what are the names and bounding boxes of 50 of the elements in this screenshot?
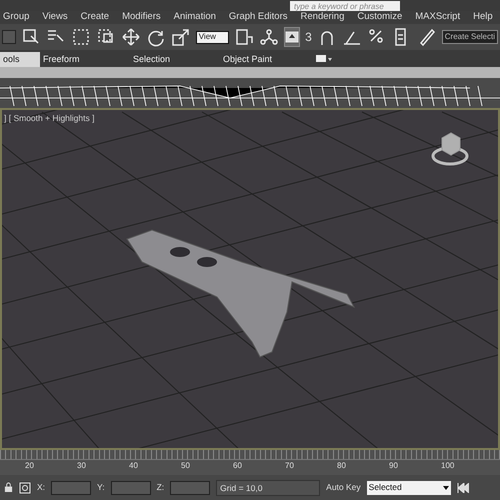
menu-item[interactable]: Rendering [300,10,344,25]
viewport-label[interactable]: ] [ Smooth + Highlights ] [4,112,94,125]
menu-item[interactable]: Help [473,10,493,25]
ribbon-tab[interactable]: Object Paint [220,52,310,67]
ribbon-tab[interactable]: Freeform [40,52,130,67]
search-field[interactable]: type a keyword or phrase [290,1,400,11]
menu-item[interactable]: Graph Editors [228,10,288,25]
caret-icon [442,486,449,490]
frame-number: 100 [441,460,456,472]
ribbon-tab[interactable]: ools [0,52,40,67]
frame-number: 40 [129,460,139,472]
scale-icon[interactable] [170,27,191,47]
z-label: Z: [156,481,164,494]
x-coordinate-field[interactable] [51,480,92,494]
menu-item[interactable]: Modifiers [122,10,161,25]
frame-number: 50 [181,460,191,472]
y-coordinate-field[interactable] [110,480,151,494]
frame-number: 30 [77,460,87,472]
dropdown-icon[interactable] [316,55,332,63]
auto-key-button[interactable]: Auto Key [326,481,361,494]
link-icon[interactable] [259,27,280,47]
arrow-up-icon [285,31,300,43]
menu-item[interactable]: Create [80,10,110,25]
lock-icon[interactable] [4,482,13,493]
menu-item[interactable]: Group [3,10,30,25]
named-selection-field[interactable]: Create Selecti [442,30,498,44]
menu-item[interactable]: Views [42,10,68,25]
frame-number: 90 [389,460,399,472]
frame-number: 80 [337,460,347,472]
reference-coordinate-dropdown[interactable]: View [196,30,230,44]
frame-number: 70 [285,460,295,472]
menu-item[interactable]: Animation [174,10,216,25]
mirror-button[interactable] [284,27,300,47]
target-icon[interactable] [19,482,31,494]
y-label: Y: [97,481,105,494]
key-filter-dropdown[interactable]: Selected [366,480,451,494]
menu-item[interactable]: MAXScript [415,10,460,25]
frame-number: 20 [25,460,35,472]
pivot-icon[interactable] [234,27,254,47]
move-icon[interactable] [120,27,141,47]
z-coordinate-field[interactable] [170,480,210,494]
timeline[interactable]: 20 30 40 50 60 70 80 90 100 [0,450,500,475]
menu-item[interactable]: Customize [357,10,402,25]
ribbon-tab[interactable]: Selection [130,52,220,67]
x-label: X: [37,481,46,494]
rectangle-selection-icon[interactable] [70,27,91,47]
snap-toggle-label[interactable]: 3 [305,28,312,46]
go-to-start-icon[interactable] [456,482,469,492]
grid-size-readout: Grid = 10,0 [216,480,320,496]
frame-number: 60 [233,460,243,472]
